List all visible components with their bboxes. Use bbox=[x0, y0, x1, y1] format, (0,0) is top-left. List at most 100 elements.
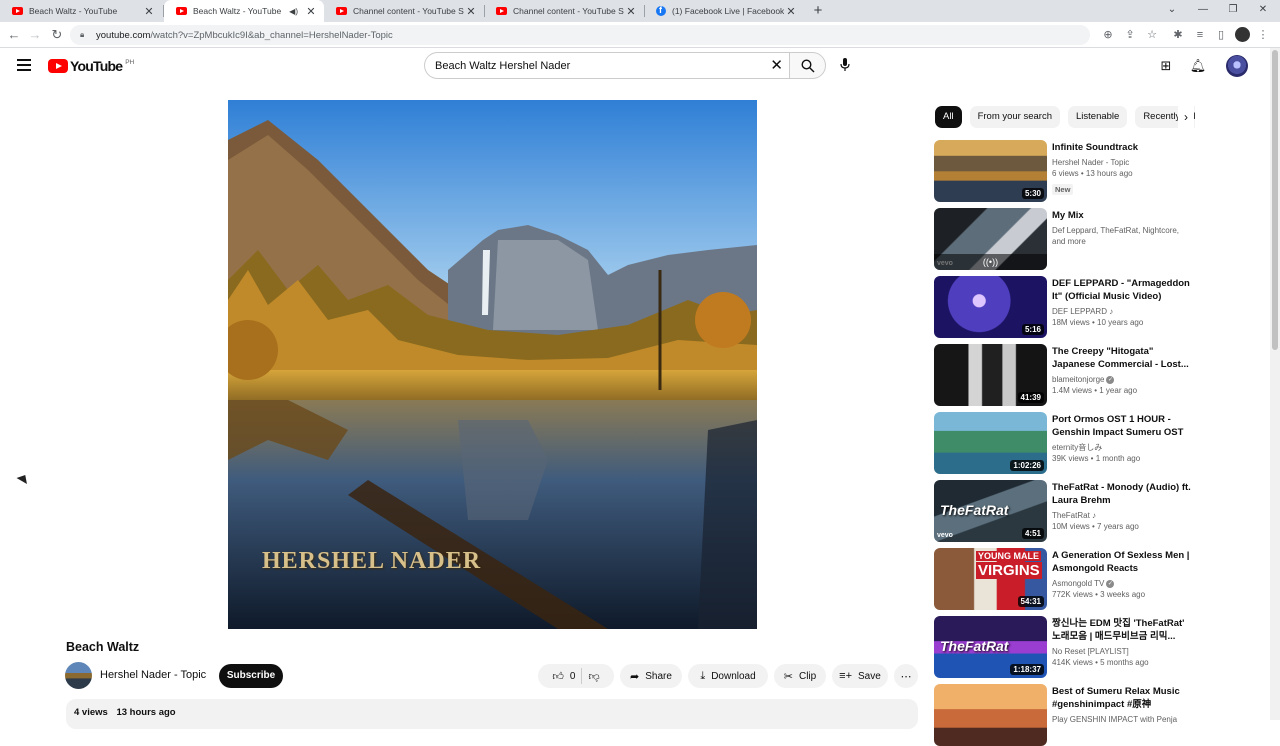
rec-channel: Def Leppard, TheFatRat, Nightcore, bbox=[1052, 226, 1180, 235]
clear-search-icon[interactable]: ✕ bbox=[770, 57, 783, 74]
notifications-bell-icon[interactable]: 🔔︎ bbox=[1188, 56, 1208, 76]
tab-title: (1) Facebook Live | Facebook bbox=[672, 6, 784, 16]
tab-close-icon[interactable]: ✕ bbox=[624, 5, 638, 18]
video-thumbnail[interactable] bbox=[934, 684, 1047, 746]
tab-search-chevron-icon[interactable]: ⌄ bbox=[1157, 0, 1187, 22]
share-page-icon[interactable]: ⇪ bbox=[1122, 27, 1138, 43]
search-input[interactable]: Beach Waltz Hershel Nader ✕ bbox=[424, 52, 789, 79]
page-scrollbar[interactable] bbox=[1270, 48, 1280, 720]
reload-icon[interactable]: ↻ bbox=[47, 25, 67, 45]
rec-video-6[interactable]: TheFatRat vevo 4:51 TheFatRat - Monody (… bbox=[934, 480, 1194, 542]
tab-close-icon[interactable]: ✕ bbox=[464, 5, 478, 18]
video-thumbnail[interactable]: YOUNG MALE VIRGINS 54:31 bbox=[934, 548, 1047, 610]
browser-menu-icon[interactable]: ⋮ bbox=[1255, 27, 1271, 43]
rec-video-1[interactable]: 5:30 Infinite Soundtrack Hershel Nader -… bbox=[934, 140, 1194, 202]
rec-channel-name: Asmongold TV bbox=[1052, 579, 1105, 588]
browser-profile-avatar[interactable] bbox=[1235, 27, 1250, 42]
rec-channel[interactable]: DEF LEPPARD ♪ bbox=[1052, 306, 1192, 317]
chip-listenable[interactable]: Listenable bbox=[1068, 106, 1128, 128]
youtube-favicon-icon bbox=[496, 7, 507, 15]
extensions-puzzle-icon[interactable]: ✱ bbox=[1170, 27, 1186, 43]
rec-title[interactable]: Infinite Soundtrack bbox=[1052, 141, 1192, 154]
rec-video-5[interactable]: 1:02:26 Port Ormos OST 1 HOUR - Genshin … bbox=[934, 412, 1194, 474]
browser-tab-1[interactable]: Beach Waltz - YouTube ✕ bbox=[0, 0, 162, 22]
create-video-icon[interactable]: ⊞ bbox=[1156, 56, 1176, 76]
rec-title[interactable]: A Generation Of Sexless Men | Asmongold … bbox=[1052, 549, 1192, 575]
browser-tab-2-active[interactable]: Beach Waltz - YouTube ◀) ✕ bbox=[164, 0, 324, 22]
bookmark-star-icon[interactable]: ☆ bbox=[1144, 27, 1160, 43]
thumbnail-text: TheFatRat bbox=[940, 502, 1009, 518]
video-thumbnail[interactable]: vevo ((•)) bbox=[934, 208, 1047, 270]
account-avatar[interactable] bbox=[1226, 55, 1248, 77]
media-queue-icon[interactable]: ≡ bbox=[1192, 27, 1208, 43]
save-label: Save bbox=[858, 670, 881, 682]
video-thumbnail[interactable]: 5:16 bbox=[934, 276, 1047, 338]
chip-from-your-search[interactable]: From your search bbox=[969, 106, 1060, 128]
youtube-logo[interactable]: YouTube PH bbox=[48, 58, 134, 74]
browser-tab-5[interactable]: (1) Facebook Live | Facebook ✕ bbox=[644, 0, 804, 22]
thumbs-down-icon[interactable]: 👎︎ bbox=[588, 670, 599, 683]
rec-video-7[interactable]: YOUNG MALE VIRGINS 54:31 A Generation Of… bbox=[934, 548, 1194, 610]
video-thumbnail[interactable]: TheFatRat vevo 4:51 bbox=[934, 480, 1047, 542]
browser-tab-strip: Beach Waltz - YouTube ✕ Beach Waltz - Yo… bbox=[0, 0, 1280, 22]
rec-title[interactable]: TheFatRat - Monody (Audio) ft. Laura Bre… bbox=[1052, 481, 1192, 507]
video-thumbnail[interactable]: 5:30 bbox=[934, 140, 1047, 202]
forward-arrow-icon[interactable]: → bbox=[25, 25, 45, 45]
restore-icon[interactable]: ❐ bbox=[1218, 0, 1248, 22]
rec-title[interactable]: The Creepy "Hitogata" Japanese Commercia… bbox=[1052, 345, 1192, 371]
channel-name[interactable]: Hershel Nader - Topic bbox=[100, 669, 206, 681]
clip-button[interactable]: ✂ Clip bbox=[774, 664, 826, 688]
install-app-icon[interactable]: ⊕ bbox=[1100, 27, 1116, 43]
rec-channel[interactable]: No Reset [PLAYLIST] bbox=[1052, 646, 1192, 657]
video-player[interactable]: HERSHEL NADER bbox=[228, 100, 757, 629]
download-button[interactable]: ⤓ Download bbox=[688, 664, 768, 688]
thumbs-up-icon[interactable]: 👍︎ bbox=[552, 670, 564, 683]
scrollbar-thumb[interactable] bbox=[1272, 50, 1278, 350]
minimize-icon[interactable]: — bbox=[1188, 0, 1218, 22]
thumbnail-text: TheFatRat bbox=[940, 638, 1009, 654]
rec-channel[interactable]: Hershel Nader - Topic bbox=[1052, 157, 1192, 168]
rec-meta: 10M views • 7 years ago bbox=[1052, 522, 1139, 531]
tab-close-icon[interactable]: ✕ bbox=[142, 5, 156, 18]
rec-title[interactable]: Best of Sumeru Relax Music #genshinimpac… bbox=[1052, 685, 1192, 711]
speaker-icon[interactable]: ◀) bbox=[289, 7, 298, 16]
back-arrow-icon[interactable]: ← bbox=[4, 25, 24, 45]
rec-title[interactable]: 짱신나는 EDM 맛집 'TheFatRat' 노래모음 | 매드무비브금 리믹… bbox=[1052, 617, 1192, 643]
facebook-favicon-icon bbox=[656, 5, 666, 16]
video-thumbnail[interactable]: 1:02:26 bbox=[934, 412, 1047, 474]
like-count[interactable]: 0 bbox=[570, 671, 576, 682]
rec-video-9[interactable]: Best of Sumeru Relax Music #genshinimpac… bbox=[934, 684, 1194, 746]
chip-all[interactable]: All bbox=[935, 106, 962, 128]
browser-tab-4[interactable]: Channel content - YouTube Studio ✕ bbox=[484, 0, 644, 22]
subscribe-button[interactable]: Subscribe bbox=[219, 664, 283, 688]
description-box[interactable]: 4 views 13 hours ago bbox=[66, 699, 918, 729]
rec-title[interactable]: Port Ormos OST 1 HOUR - Genshin Impact S… bbox=[1052, 413, 1192, 439]
rec-title[interactable]: My Mix bbox=[1052, 209, 1192, 222]
rec-channel[interactable]: Asmongold TV ✓ bbox=[1052, 578, 1192, 589]
tab-close-icon[interactable]: ✕ bbox=[304, 5, 318, 18]
chevron-right-icon[interactable]: › bbox=[1178, 106, 1194, 128]
rec-video-8[interactable]: TheFatRat 1:18:37 짱신나는 EDM 맛집 'TheFatRat… bbox=[934, 616, 1194, 678]
rec-title[interactable]: DEF LEPPARD - "Armageddon It" (Official … bbox=[1052, 277, 1192, 303]
rec-channel[interactable]: eternity音しみ bbox=[1052, 442, 1192, 453]
guide-menu-icon[interactable] bbox=[17, 59, 31, 71]
more-actions-button[interactable]: ⋯ bbox=[894, 664, 918, 688]
new-tab-button[interactable]: + bbox=[810, 2, 826, 20]
address-bar[interactable]: 🔒︎ youtube.com /watch?v=ZpMbcukIc9I&ab_c… bbox=[70, 25, 1090, 45]
channel-avatar[interactable] bbox=[65, 662, 92, 689]
rec-channel[interactable]: blameitonjorge ✓ bbox=[1052, 374, 1192, 385]
close-window-icon[interactable]: ✕ bbox=[1248, 0, 1278, 22]
video-thumbnail[interactable]: 41:39 bbox=[934, 344, 1047, 406]
side-panel-icon[interactable]: ▯ bbox=[1213, 27, 1229, 43]
rec-mix[interactable]: vevo ((•)) My Mix Def Leppard, TheFatRat… bbox=[934, 208, 1194, 270]
share-button[interactable]: ➦ Share bbox=[620, 664, 682, 688]
video-thumbnail[interactable]: TheFatRat 1:18:37 bbox=[934, 616, 1047, 678]
rec-video-4[interactable]: 41:39 The Creepy "Hitogata" Japanese Com… bbox=[934, 344, 1194, 406]
voice-search-button[interactable] bbox=[831, 52, 858, 79]
save-button[interactable]: ≡+ Save bbox=[832, 664, 888, 688]
rec-channel[interactable]: TheFatRat ♪ bbox=[1052, 510, 1192, 521]
rec-video-3[interactable]: 5:16 DEF LEPPARD - "Armageddon It" (Offi… bbox=[934, 276, 1194, 338]
browser-tab-3[interactable]: Channel content - YouTube Studio ✕ bbox=[324, 0, 484, 22]
search-button[interactable] bbox=[789, 52, 826, 79]
tab-close-icon[interactable]: ✕ bbox=[784, 5, 798, 18]
